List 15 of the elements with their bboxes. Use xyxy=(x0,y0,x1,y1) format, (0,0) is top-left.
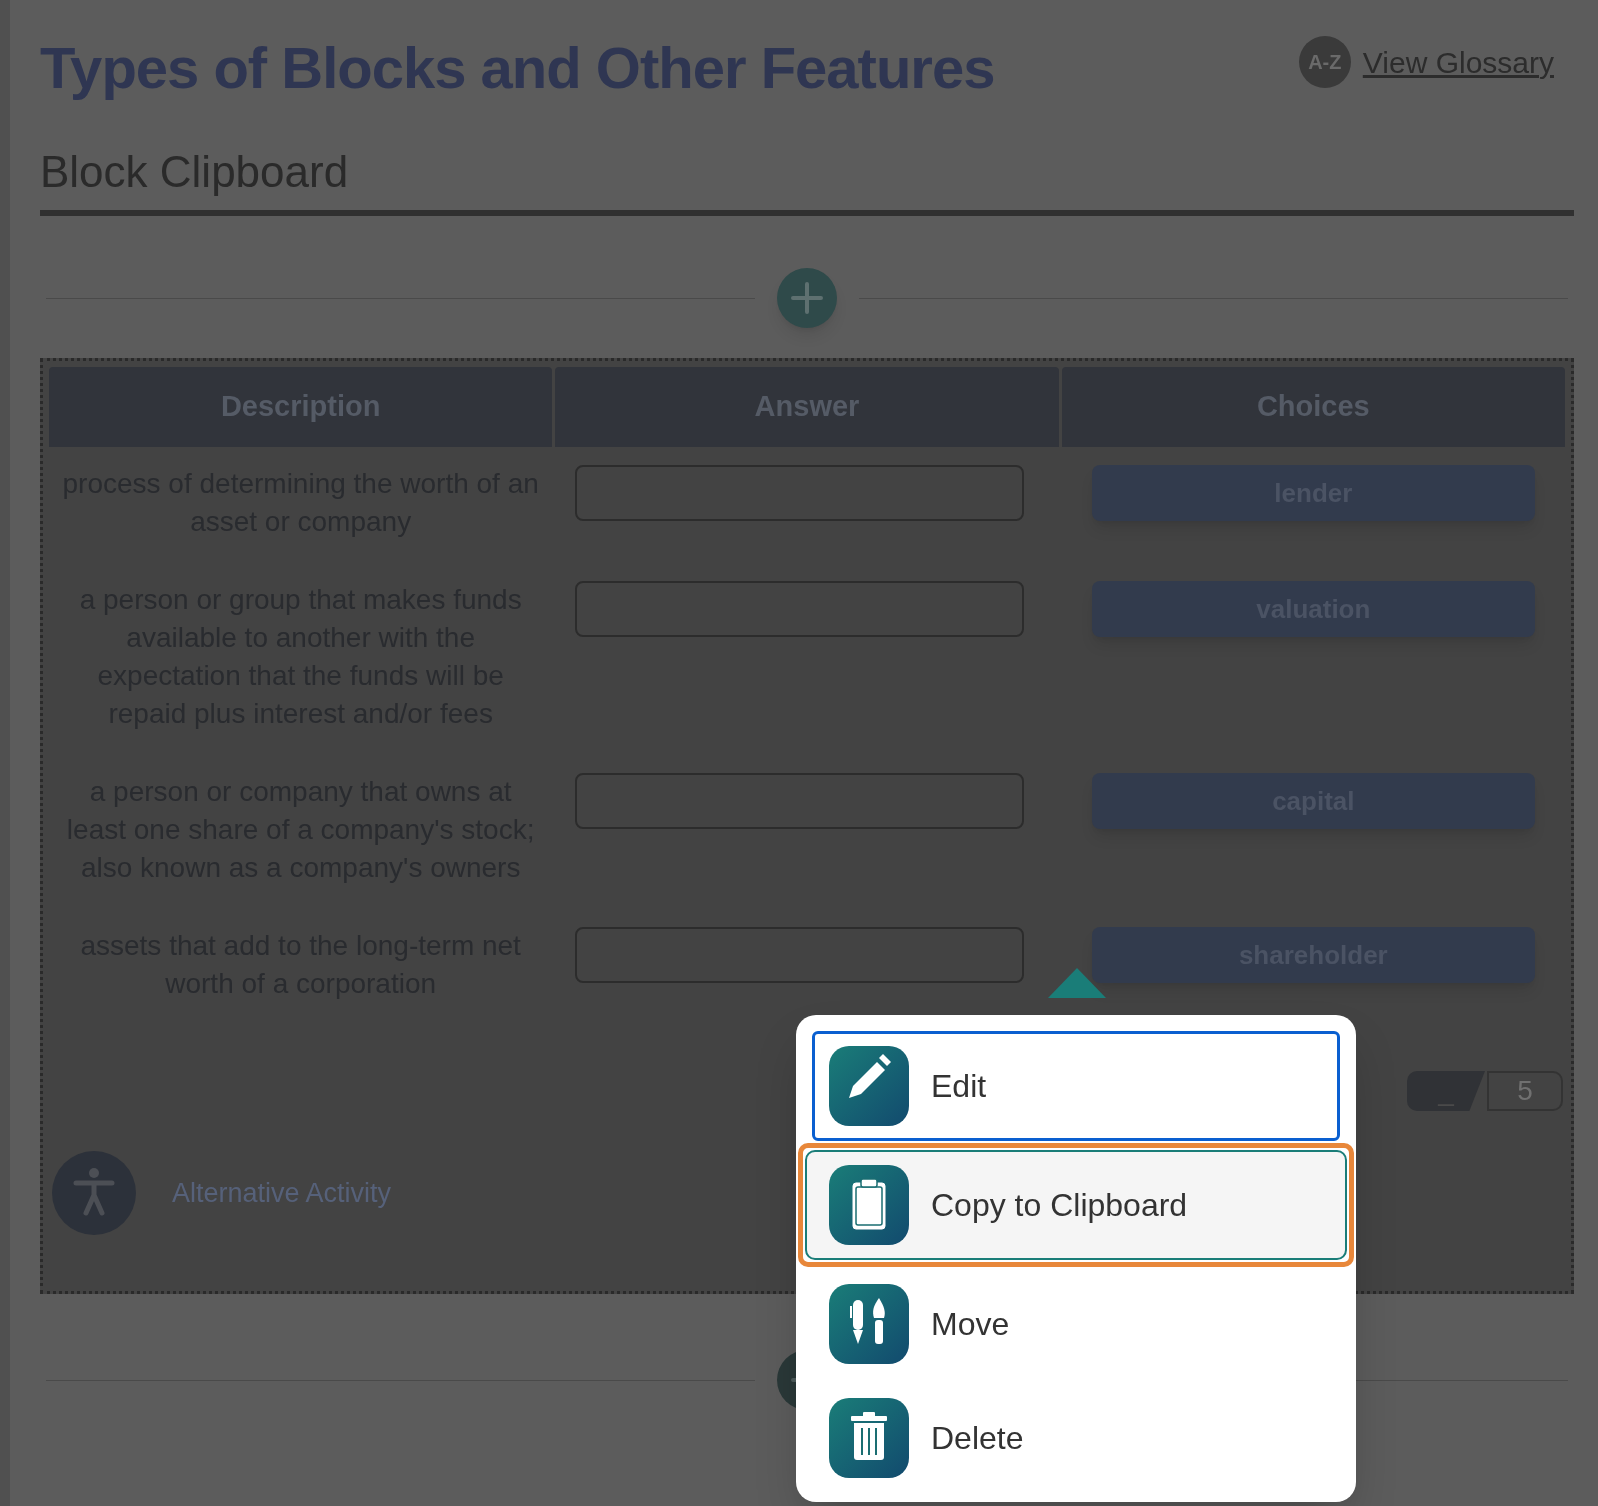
menu-item[interactable]: Edit xyxy=(812,1031,1340,1141)
menu-item[interactable]: Copy to Clipboard xyxy=(805,1150,1347,1260)
answer-field[interactable] xyxy=(575,927,1025,983)
answer-field[interactable] xyxy=(575,581,1025,637)
pen-and-brush-icon xyxy=(829,1284,909,1364)
add-block-button[interactable] xyxy=(777,268,837,328)
trash-icon xyxy=(829,1398,909,1478)
clipboard-icon xyxy=(829,1165,909,1245)
menu-item[interactable]: Move xyxy=(812,1269,1340,1379)
page-current: _ xyxy=(1407,1071,1485,1111)
add-icon xyxy=(790,281,824,315)
pencil-icon xyxy=(829,1046,909,1126)
answer-field[interactable] xyxy=(575,773,1025,829)
menu-item[interactable]: Delete xyxy=(812,1383,1340,1493)
answer-field[interactable] xyxy=(575,465,1025,521)
